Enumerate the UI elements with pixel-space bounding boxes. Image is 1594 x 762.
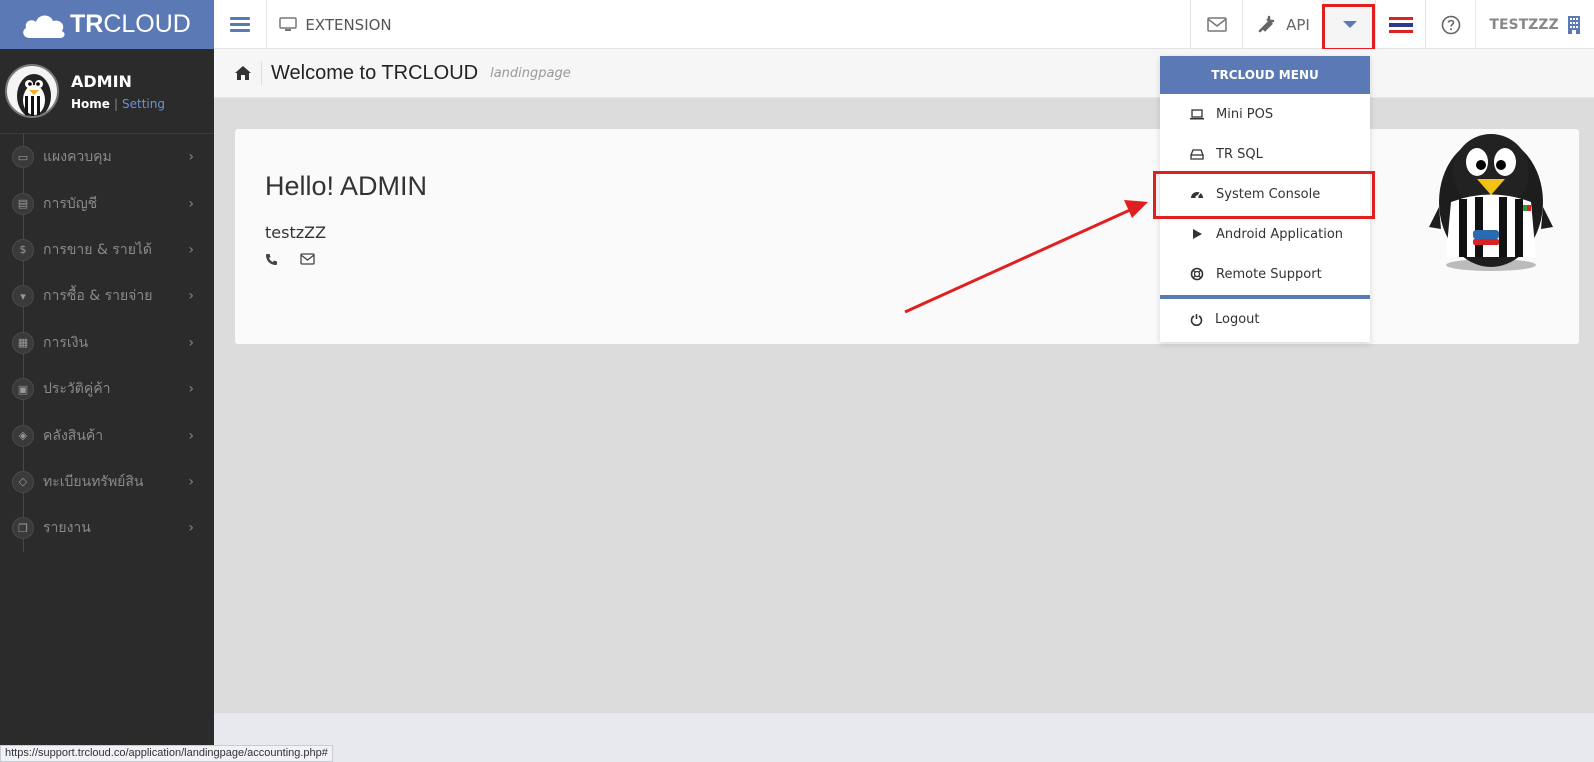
messages-button[interactable] bbox=[1190, 0, 1242, 49]
brand-name: TRCLOUD bbox=[70, 10, 191, 38]
chevron-right-icon: › bbox=[188, 195, 194, 212]
sidebar-item-label: การเงิน bbox=[43, 334, 89, 351]
copy-icon: ❐ bbox=[12, 517, 34, 540]
home-link[interactable]: Home bbox=[71, 97, 110, 111]
chevron-right-icon: › bbox=[188, 288, 194, 305]
penguin-mascot-image bbox=[1429, 134, 1553, 271]
sidebar-item-label: รายงาน bbox=[43, 520, 91, 537]
sidebar-item-assets[interactable]: ◇ ทะเบียนทรัพย์สิน › bbox=[0, 459, 214, 505]
diamond-icon: ◇ bbox=[12, 470, 34, 493]
api-label: API bbox=[1286, 15, 1310, 34]
system-console-highlight-box bbox=[1153, 171, 1375, 219]
sidebar-item-label: การขาย & รายได้ bbox=[43, 241, 153, 258]
user-company-button[interactable]: TESTZZZ bbox=[1475, 0, 1594, 49]
page-subtitle: landingpage bbox=[490, 65, 571, 81]
chevron-right-icon: › bbox=[188, 149, 194, 166]
menu-item-label: TR SQL bbox=[1216, 146, 1263, 162]
chevron-right-icon: › bbox=[188, 520, 194, 537]
monitor-icon bbox=[279, 17, 298, 31]
sidebar-item-sales[interactable]: $ การขาย & รายได้ › bbox=[0, 227, 214, 273]
lifebuoy-icon bbox=[1190, 267, 1204, 281]
setting-link[interactable]: Setting bbox=[122, 97, 165, 111]
sidebar-item-accounting[interactable]: ▤ การบัญชี › bbox=[0, 180, 214, 226]
dollar-icon: $ bbox=[12, 238, 34, 261]
contact-icons bbox=[265, 253, 315, 266]
extension-button[interactable]: EXTENSION bbox=[266, 0, 404, 49]
chevron-right-icon: › bbox=[188, 473, 194, 490]
help-button[interactable] bbox=[1425, 0, 1475, 49]
book-icon: ▤ bbox=[12, 192, 34, 215]
thai-flag-icon bbox=[1388, 16, 1413, 33]
building-icon bbox=[1567, 15, 1580, 34]
question-circle-icon bbox=[1441, 15, 1460, 34]
menu-item-label: Mini POS bbox=[1216, 106, 1274, 122]
sidebar-item-inventory[interactable]: ◈ คลังสินค้า › bbox=[0, 412, 214, 458]
sidebar-item-label: ทะเบียนทรัพย์สิน bbox=[43, 473, 144, 490]
sidebar-item-label: คลังสินค้า bbox=[43, 427, 104, 444]
sidebar-item-contacts[interactable]: ▣ ประวัติคู่ค้า › bbox=[0, 366, 214, 412]
sidebar-item-label: ประวัติคู่ค้า bbox=[43, 381, 111, 398]
cart-icon: ▾ bbox=[12, 285, 34, 308]
sidebar: ADMIN Home | Setting ▭ แผงควบคุม › ▤ การบัญชี… bbox=[0, 49, 214, 762]
power-icon bbox=[1190, 313, 1203, 326]
chevron-right-icon: › bbox=[188, 427, 194, 444]
language-selector[interactable] bbox=[1375, 0, 1425, 49]
menu-item-android-application[interactable]: Android Application bbox=[1160, 214, 1370, 254]
sidebar-item-reports[interactable]: ❐ รายงาน › bbox=[0, 505, 214, 551]
sidebar-item-label: แผงควบคุม bbox=[43, 149, 112, 166]
extension-label: EXTENSION bbox=[305, 15, 392, 34]
laptop-icon bbox=[1190, 108, 1204, 119]
cubes-icon: ◈ bbox=[12, 424, 34, 447]
envelope-icon[interactable] bbox=[300, 253, 315, 265]
menu-header: TRCLOUD MENU bbox=[1160, 56, 1370, 94]
main-content: Welcome to TRCLOUD landingpage Hello! AD… bbox=[214, 49, 1594, 713]
play-icon bbox=[1193, 229, 1202, 239]
menu-item-tr-sql[interactable]: TR SQL bbox=[1160, 134, 1370, 174]
logout-button[interactable]: Logout bbox=[1160, 299, 1370, 339]
user-profile: ADMIN Home | Setting bbox=[0, 49, 214, 134]
page-header: Welcome to TRCLOUD landingpage bbox=[214, 49, 1594, 98]
welcome-card: Hello! ADMIN testzZZ bbox=[235, 129, 1579, 344]
hdd-icon bbox=[1190, 148, 1204, 160]
menu-item-label: Remote Support bbox=[1216, 266, 1322, 282]
logout-label: Logout bbox=[1215, 311, 1260, 327]
sidebar-item-label: การบัญชี bbox=[43, 195, 98, 212]
hamburger-icon bbox=[230, 14, 250, 35]
link-separator: | bbox=[113, 96, 118, 111]
browser-status-url: https://support.trcloud.co/application/l… bbox=[0, 745, 333, 762]
company-name-text: testzZZ bbox=[265, 223, 327, 242]
brand-logo[interactable]: TRCLOUD bbox=[0, 0, 214, 49]
profile-name: ADMIN bbox=[71, 71, 132, 91]
greeting-heading: Hello! ADMIN bbox=[265, 171, 428, 201]
sidebar-item-purchases[interactable]: ▾ การซื้อ & รายจ่าย › bbox=[0, 273, 214, 319]
sidebar-item-dashboard[interactable]: ▭ แผงควบคุม › bbox=[0, 134, 214, 180]
dropdown-highlight-box bbox=[1322, 4, 1375, 51]
menu-toggle-button[interactable] bbox=[214, 0, 266, 49]
sidebar-item-label: การซื้อ & รายจ่าย bbox=[43, 288, 153, 305]
sidebar-menu: ▭ แผงควบคุม › ▤ การบัญชี › $ การขาย & รายได้ ›… bbox=[0, 134, 214, 552]
sidebar-item-finance[interactable]: ▦ การเงิน › bbox=[0, 320, 214, 366]
page-title: Welcome to TRCLOUD bbox=[271, 61, 479, 84]
chevron-right-icon: › bbox=[188, 241, 194, 258]
plug-icon bbox=[1258, 15, 1275, 32]
chevron-right-icon: › bbox=[188, 381, 194, 398]
phone-icon[interactable] bbox=[265, 253, 278, 266]
chevron-right-icon: › bbox=[188, 334, 194, 351]
contact-book-icon: ▣ bbox=[12, 378, 34, 401]
company-name: TESTZZZ bbox=[1489, 16, 1559, 33]
api-button[interactable]: API bbox=[1242, 0, 1323, 49]
home-icon[interactable] bbox=[234, 61, 262, 85]
menu-item-label: Android Application bbox=[1216, 226, 1344, 242]
menu-item-remote-support[interactable]: Remote Support bbox=[1160, 254, 1370, 294]
footer-area bbox=[214, 713, 1594, 762]
monitor-icon: ▭ bbox=[12, 146, 34, 169]
cloud-icon bbox=[20, 10, 68, 40]
calendar-icon: ▦ bbox=[12, 331, 34, 354]
menu-item-mini-pos[interactable]: Mini POS bbox=[1160, 94, 1370, 134]
avatar[interactable] bbox=[5, 64, 59, 118]
envelope-icon bbox=[1206, 17, 1227, 32]
